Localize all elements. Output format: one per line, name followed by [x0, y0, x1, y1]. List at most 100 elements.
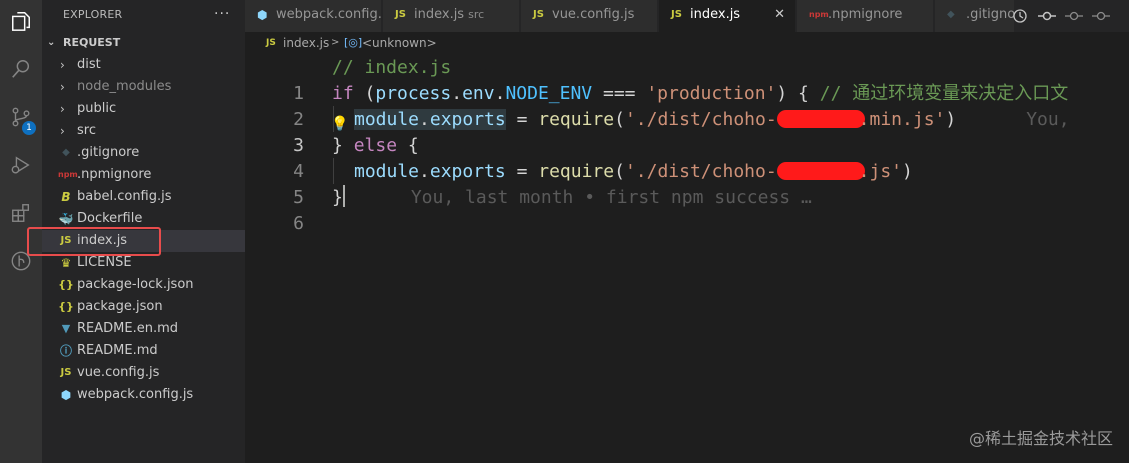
next-change-icon[interactable]	[1090, 5, 1112, 27]
code-keyword: if	[332, 83, 354, 104]
breadcrumb-separator: >	[331, 37, 340, 48]
tab-label-wrap: index.js src	[414, 0, 484, 30]
chevron-right-icon: ›	[60, 102, 65, 116]
tree-file-npmignore[interactable]: npm .npmignore	[42, 164, 245, 186]
git-icon: ◆	[947, 9, 955, 20]
tree-item-label: .npmignore	[77, 167, 152, 182]
breadcrumb: JS index.js > [◎] <unknown>	[245, 32, 1129, 54]
code-punct: {	[397, 135, 419, 156]
tab-gitignore[interactable]: ◆ .gitignore	[935, 0, 1015, 32]
markdown-file-icon: ▼	[61, 322, 71, 335]
folder-section-label: REQUEST	[63, 36, 121, 49]
chevron-down-icon: ⌄	[47, 37, 56, 48]
code-comment: // index.js	[332, 57, 452, 78]
previous-change-icon[interactable]	[1063, 5, 1085, 27]
tree-item-label: README.md	[77, 343, 158, 358]
tab-description: src	[468, 8, 485, 21]
tree-item-label: README.en.md	[77, 321, 178, 336]
tab-index-js-src[interactable]: JS index.js src	[383, 0, 520, 32]
webpack-icon: ⬢	[257, 8, 268, 22]
folder-section-header[interactable]: ⌄ REQUEST	[42, 33, 245, 53]
code-line-4: 4 } else {	[245, 133, 1129, 182]
tree-file-readme-md[interactable]: ⓘ README.md	[42, 340, 245, 362]
tree-file-babel-config[interactable]: B babel.config.js	[42, 186, 245, 208]
close-tab-icon[interactable]: ✕	[774, 0, 785, 30]
tab-vue-config-js[interactable]: JS vue.config.js	[521, 0, 658, 32]
js-file-icon: JS	[60, 367, 72, 378]
code-variable: env	[462, 83, 495, 104]
tree-folder-public[interactable]: › public	[42, 98, 245, 120]
explorer-icon[interactable]	[0, 0, 42, 42]
tree-file-package-json[interactable]: {} package.json	[42, 296, 245, 318]
chevron-right-icon: ›	[60, 80, 65, 94]
tab-label: .gitignore	[966, 7, 1015, 22]
code-punct: )	[902, 161, 913, 182]
tree-item-label: package.json	[77, 299, 163, 314]
code-punct: }	[332, 187, 343, 208]
tree-folder-src[interactable]: › src	[42, 120, 245, 142]
git-blame-annotation: You, last month • first npm success …	[410, 187, 812, 208]
tree-item-label: vue.config.js	[77, 365, 160, 380]
tree-file-vue-config-js[interactable]: JS vue.config.js	[42, 362, 245, 384]
code-variable: module	[354, 161, 420, 182]
line-number: 6	[293, 213, 304, 234]
npm-file-icon: npm	[58, 170, 78, 179]
code-function: require	[538, 161, 615, 182]
code-punct: (	[353, 83, 376, 104]
code-function: require	[538, 109, 615, 130]
breadcrumb-file[interactable]: index.js	[283, 32, 329, 54]
json-file-icon: {}	[58, 278, 74, 291]
tree-item-label: babel.config.js	[77, 189, 172, 204]
code-constant: NODE_ENV	[505, 83, 593, 104]
code-operator: =	[505, 109, 539, 130]
tree-folder-dist[interactable]: › dist	[42, 54, 245, 76]
code-string: 'production'	[646, 83, 777, 104]
babel-file-icon: B	[61, 190, 71, 204]
code-comment: // 通过环境变量来决定入口文	[819, 83, 1069, 104]
tab-webpack-config-js[interactable]: ⬢ webpack.config.js	[245, 0, 382, 32]
tab-npmignore[interactable]: npm .npmignore	[797, 0, 934, 32]
code-line-5: 5 module.exports = require('./dist/choho…	[245, 159, 1129, 208]
code-string: './dist/choho-	[624, 109, 777, 130]
explorer-title: EXPLORER	[63, 8, 123, 21]
tab-index-js-active[interactable]: JS index.js ✕	[659, 0, 796, 32]
code-line-2: 2 if (process.env.NODE_ENV === 'producti…	[245, 81, 1129, 130]
more-actions-icon[interactable]: ···	[214, 0, 230, 30]
search-icon[interactable]	[0, 48, 42, 90]
code-punct: (	[614, 109, 625, 130]
tree-item-label: dist	[77, 57, 101, 72]
code-operator: ===	[592, 83, 647, 104]
npm-icon: npm	[809, 10, 829, 19]
tree-file-readme-en-md[interactable]: ▼ README.en.md	[42, 318, 245, 340]
source-control-icon[interactable]: 1	[0, 96, 42, 138]
git-commit-icon[interactable]	[1036, 5, 1058, 27]
code-punct: .	[419, 161, 430, 182]
tree-file-package-lock-json[interactable]: {} package-lock.json	[42, 274, 245, 296]
info-file-icon: ⓘ	[59, 344, 72, 358]
editor-tabs: ⬢ webpack.config.js JS index.js src JS vu…	[245, 0, 1129, 32]
tab-label: webpack.config.js	[276, 7, 382, 22]
watermark: @稀土掘金技术社区	[968, 429, 1113, 448]
code-string: .min.js'	[858, 109, 946, 130]
symbol-variable-icon: [◎]	[344, 36, 363, 49]
code-punct: .	[451, 83, 463, 104]
annotation-highlight-box	[27, 227, 161, 256]
run-debug-icon[interactable]	[0, 144, 42, 186]
tree-file-gitignore[interactable]: ◆ .gitignore	[42, 142, 245, 164]
timeline-icon[interactable]	[1009, 5, 1031, 27]
chevron-right-icon: ›	[60, 58, 65, 72]
code-punct: ) {	[776, 83, 820, 104]
text-cursor	[342, 185, 345, 207]
code-editor[interactable]: 1 // index.js 2 if (process.env.NODE_ENV…	[245, 54, 1129, 463]
breadcrumb-symbol[interactable]: <unknown>	[362, 32, 437, 54]
code-punct: )	[945, 109, 957, 130]
code-operator: =	[505, 161, 539, 182]
js-icon: JS	[266, 38, 276, 48]
code-line-6: 6 } You, last month • first npm success …	[245, 185, 1129, 234]
tree-item-label: public	[77, 101, 117, 116]
webpack-file-icon: ⬢	[60, 388, 72, 402]
git-file-icon: ◆	[62, 147, 70, 158]
tree-file-webpack-config-js[interactable]: ⬢ webpack.config.js	[42, 384, 245, 406]
tree-item-label: package-lock.json	[77, 277, 194, 292]
tree-folder-node-modules[interactable]: › node_modules	[42, 76, 245, 98]
